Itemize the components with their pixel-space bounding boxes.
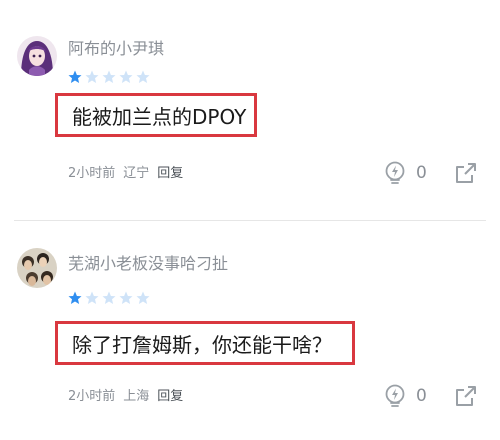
comment-text: 能被加兰点的DPOY: [72, 104, 247, 129]
star-icon-empty: [119, 291, 133, 304]
comment-time: 2小时前: [68, 166, 116, 181]
comment-text-highlighted: 除了打詹姆斯，你还能干啥？: [55, 321, 355, 365]
star-icon-empty: [119, 70, 133, 83]
star-rating: [68, 291, 150, 305]
reply-button[interactable]: 回复: [157, 162, 183, 181]
star-icon-filled: [68, 291, 82, 304]
star-icon-empty: [102, 70, 116, 83]
username[interactable]: 芜湖小老板没事哈刁扯: [68, 250, 228, 274]
lightbulb-like-icon[interactable]: [382, 160, 408, 186]
comment-text: 除了打詹姆斯，你还能干啥？: [72, 332, 332, 357]
star-icon-empty: [85, 70, 99, 83]
star-icon-empty: [102, 291, 116, 304]
lightbulb-like-icon[interactable]: [382, 383, 408, 409]
comment-text-highlighted: 能被加兰点的DPOY: [55, 93, 257, 137]
star-icon-empty: [136, 291, 150, 304]
comment-time: 2小时前: [68, 389, 116, 404]
star-icon-empty: [136, 70, 150, 83]
comment-item: 阿布的小尹琪 能被加兰点的DPOY 2小时前 辽宁 回复 0: [0, 0, 500, 222]
star-rating: [68, 70, 150, 84]
like-count: 0: [416, 163, 427, 183]
comment-meta: 2小时前 上海 回复: [68, 385, 183, 404]
divider: [14, 220, 486, 221]
comment-meta: 2小时前 辽宁 回复: [68, 162, 183, 181]
reply-button[interactable]: 回复: [157, 385, 183, 404]
star-icon-filled: [68, 70, 82, 83]
share-arrow-icon[interactable]: [454, 384, 478, 408]
comment-location: 辽宁: [123, 166, 150, 181]
star-icon-empty: [85, 291, 99, 304]
share-arrow-icon[interactable]: [454, 161, 478, 185]
avatar[interactable]: [17, 248, 57, 288]
like-count: 0: [416, 386, 427, 406]
like-button[interactable]: 0: [382, 160, 427, 186]
comment-item: 芜湖小老板没事哈刁扯 除了打詹姆斯，你还能干啥？ 2小时前 上海 回复 0: [0, 228, 500, 440]
comment-location: 上海: [123, 389, 150, 404]
like-button[interactable]: 0: [382, 383, 427, 409]
avatar[interactable]: [17, 36, 57, 76]
username[interactable]: 阿布的小尹琪: [68, 35, 164, 59]
